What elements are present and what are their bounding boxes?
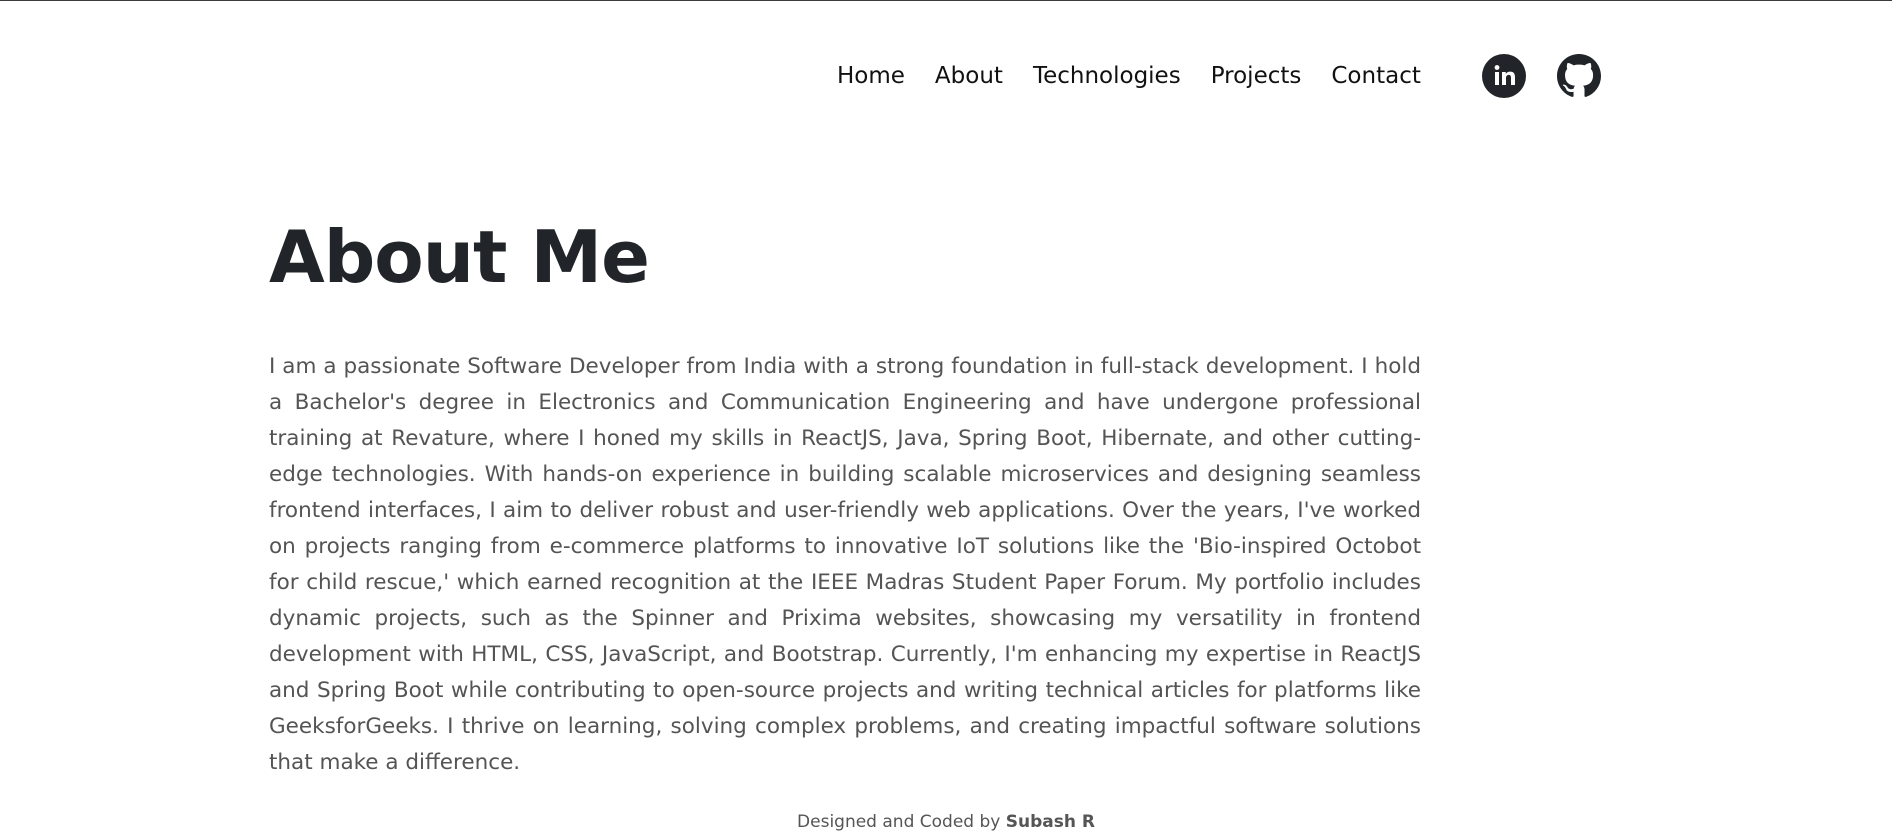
nav-link-contact[interactable]: Contact [1331,63,1420,89]
footer-credit-prefix: Designed and Coded by [797,812,1006,832]
nav-link-technologies[interactable]: Technologies [1033,63,1181,89]
footer-author: Subash R [1005,812,1095,832]
github-icon[interactable] [1556,54,1601,98]
about-section: About Me I am a passionate Software Deve… [269,211,1421,781]
about-paragraph: I am a passionate Software Developer fro… [269,354,1421,775]
navbar: Home About Technologies Projects Contact [837,53,1601,99]
page-title: About Me [269,215,650,299]
nav-link-projects[interactable]: Projects [1211,63,1302,89]
nav-link-about[interactable]: About [935,63,1003,89]
linkedin-icon[interactable] [1481,54,1526,98]
nav-links: Home About Technologies Projects Contact [837,63,1421,89]
nav-link-home[interactable]: Home [837,63,905,89]
footer: Designed and Coded by Subash R [0,812,1892,832]
social-links [1481,54,1601,98]
